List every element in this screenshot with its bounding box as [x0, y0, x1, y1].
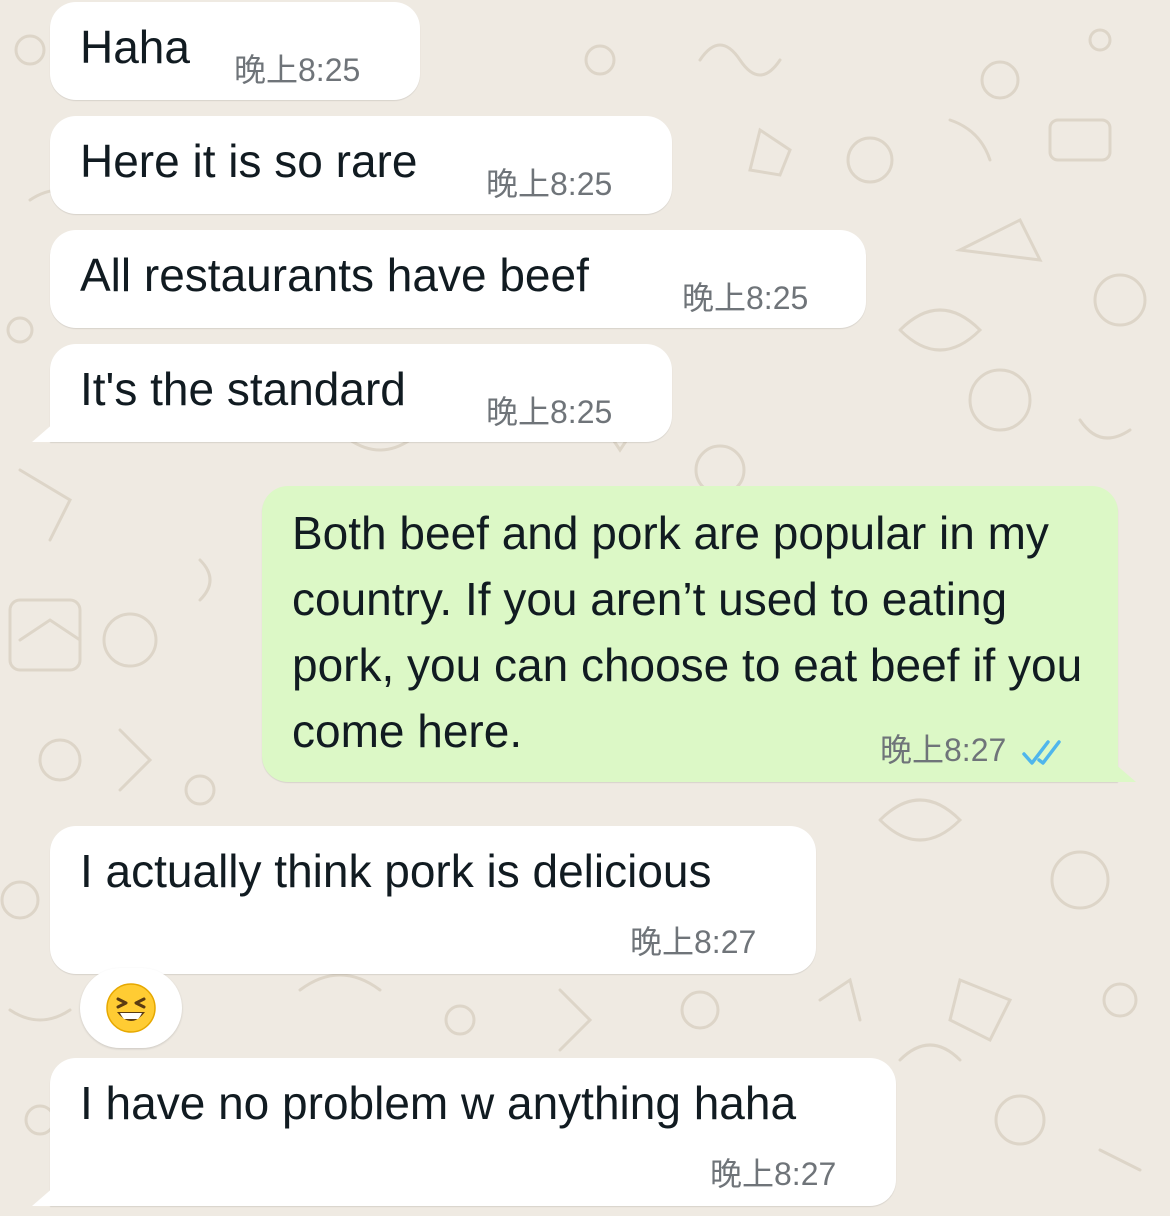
message-meta: 晚上8:27: [880, 730, 1069, 770]
message-time: 晚上8:25: [486, 394, 613, 430]
message-bubble[interactable]: All restaurants have beef 晚上8:25: [50, 230, 866, 328]
message-bubble[interactable]: It's the standard 晚上8:25: [32, 344, 672, 442]
message-bubble[interactable]: I have no problem w anything haha 晚上8:27: [32, 1058, 896, 1206]
message-time: 晚上8:25: [234, 52, 361, 88]
message-reaction[interactable]: [80, 968, 182, 1048]
message-bubble[interactable]: I actually think pork is delicious 晚上8:2…: [50, 826, 816, 974]
message-text: Haha: [80, 21, 190, 73]
message-text: It's the standard: [80, 363, 406, 415]
message-time: 晚上8:27: [880, 732, 1007, 768]
message-bubble[interactable]: Here it is so rare 晚上8:25: [50, 116, 672, 214]
grinning-squinting-face-icon: [106, 983, 156, 1033]
chat-thread: Haha 晚上8:25 Here it is so rare 晚上8:25 Al…: [0, 0, 1170, 1216]
message-text: I have no problem w anything haha: [80, 1077, 797, 1129]
message-text: Both beef and pork are popular in my cou…: [292, 507, 1083, 757]
message-bubble[interactable]: Haha 晚上8:25: [50, 2, 420, 100]
message-text: Here it is so rare: [80, 135, 418, 187]
message-time: 晚上8:25: [486, 166, 613, 202]
double-check-read-icon: [1022, 739, 1061, 765]
message-time: 晚上8:27: [710, 1156, 837, 1192]
message-bubble-outgoing[interactable]: Both beef and pork are popular in my cou…: [262, 486, 1136, 782]
bubble-tail: [32, 1180, 62, 1206]
message-time: 晚上8:27: [630, 924, 757, 960]
message-text: I actually think pork is delicious: [80, 845, 712, 897]
bubble-tail: [32, 416, 62, 442]
message-text: All restaurants have beef: [80, 249, 589, 301]
message-time: 晚上8:25: [682, 280, 809, 316]
